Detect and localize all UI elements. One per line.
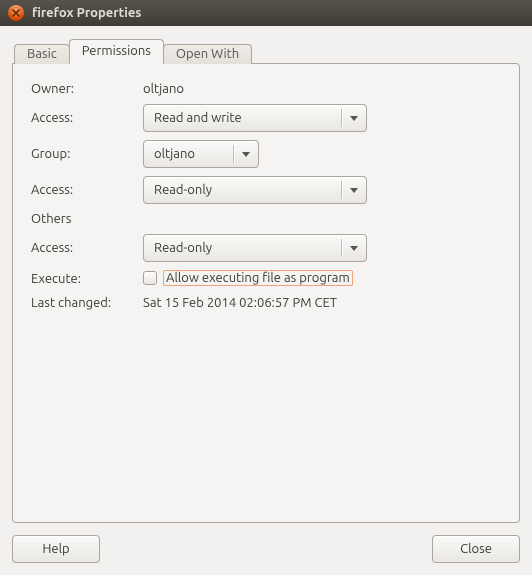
permissions-form: Owner: oltjano Access: Read and write <box>31 82 367 318</box>
title-bar: firefox Properties <box>0 0 532 26</box>
help-button[interactable]: Help <box>12 535 100 563</box>
tab-strip: Basic Permissions Open With <box>12 38 520 63</box>
last-changed-label: Last changed: <box>31 296 143 318</box>
group-value: oltjano <box>154 147 229 161</box>
owner-access-value: Read and write <box>154 111 337 125</box>
dropdown-separator <box>341 181 342 199</box>
group-access-value: Read-only <box>154 183 337 197</box>
others-access-dropdown[interactable]: Read-only <box>143 234 367 262</box>
chevron-down-icon <box>348 188 360 193</box>
chevron-down-icon <box>240 152 252 157</box>
others-access-label: Access: <box>31 234 143 270</box>
chevron-down-icon <box>348 116 360 121</box>
owner-access-dropdown[interactable]: Read and write <box>143 104 367 132</box>
execute-label: Execute: <box>31 270 143 296</box>
others-access-value: Read-only <box>154 241 337 255</box>
group-access-label: Access: <box>31 176 143 212</box>
close-button[interactable]: Close <box>432 535 520 563</box>
dropdown-separator <box>341 109 342 127</box>
group-access-dropdown[interactable]: Read-only <box>143 176 367 204</box>
others-label: Others <box>31 212 143 234</box>
tab-basic[interactable]: Basic <box>14 44 70 64</box>
dropdown-separator <box>341 239 342 257</box>
chevron-down-icon <box>348 246 360 251</box>
group-dropdown[interactable]: oltjano <box>143 140 259 168</box>
owner-label: Owner: <box>31 82 143 104</box>
tab-open-with[interactable]: Open With <box>163 44 252 64</box>
dialog-button-row: Help Close <box>12 523 520 563</box>
last-changed-value: Sat 15 Feb 2014 02:06:57 PM CET <box>143 296 337 310</box>
dropdown-separator <box>233 145 234 163</box>
window-title: firefox Properties <box>32 6 141 20</box>
owner-value: oltjano <box>143 82 184 96</box>
tab-permissions[interactable]: Permissions <box>69 39 164 64</box>
execute-checkbox[interactable] <box>143 271 157 285</box>
owner-access-label: Access: <box>31 104 143 140</box>
group-label: Group: <box>31 140 143 176</box>
execute-checkbox-label[interactable]: Allow executing file as program <box>163 270 353 286</box>
close-window-icon[interactable] <box>8 5 24 21</box>
window-body: Basic Permissions Open With Owner: oltja… <box>0 26 532 575</box>
permissions-panel: Owner: oltjano Access: Read and write <box>12 63 520 523</box>
